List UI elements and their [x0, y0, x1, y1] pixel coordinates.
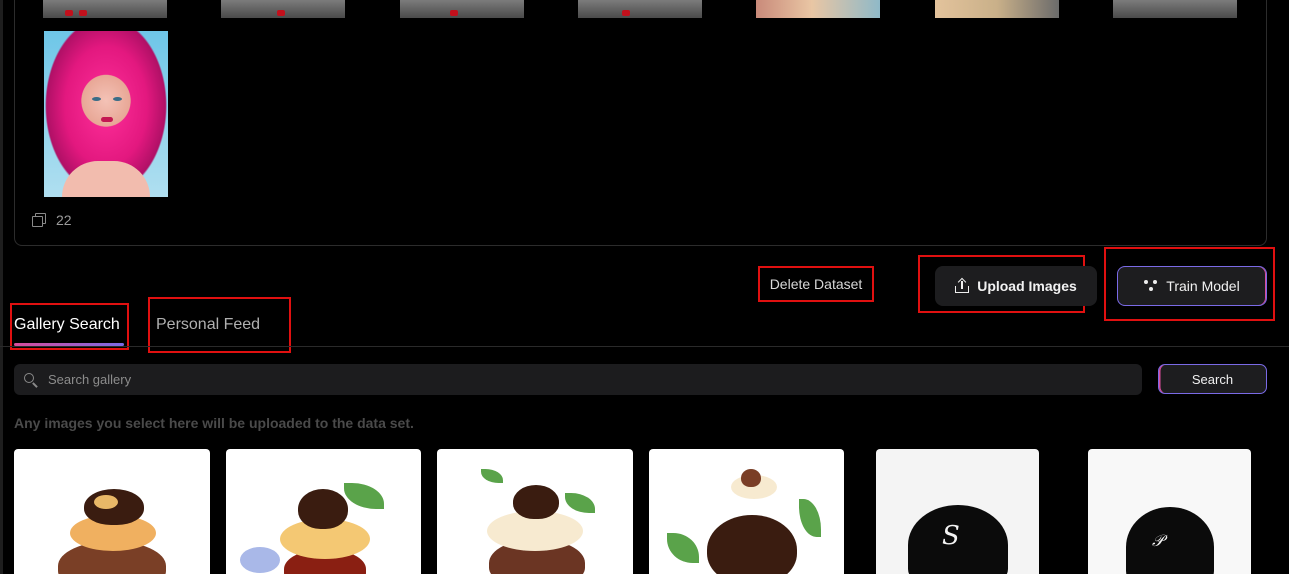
tab-gallery-search[interactable]: Gallery Search	[14, 316, 120, 334]
dataset-thumbnail[interactable]	[756, 0, 880, 18]
gallery-image[interactable]	[14, 449, 210, 574]
dataset-thumbnail[interactable]	[1113, 0, 1237, 18]
tab-personal-feed[interactable]: Personal Feed	[156, 316, 260, 334]
gallery-image[interactable]: 𝒫	[1088, 449, 1251, 574]
upload-images-label: Upload Images	[977, 278, 1077, 294]
delete-dataset-button[interactable]: Delete Dataset	[758, 266, 874, 302]
dataset-thumbnail[interactable]	[400, 0, 524, 18]
dataset-editor-page: 22 Delete Dataset Upload Images Train Mo…	[0, 0, 1289, 574]
dataset-thumbnail[interactable]	[43, 0, 167, 18]
copy-icon	[32, 213, 46, 227]
upload-icon	[955, 277, 970, 293]
model-icon	[1144, 280, 1158, 292]
image-count-value: 22	[56, 212, 72, 228]
gallery-image[interactable]	[226, 449, 421, 574]
gallery-image[interactable]	[437, 449, 633, 574]
image-count: 22	[32, 212, 72, 228]
train-model-label: Train Model	[1166, 278, 1240, 294]
tabs-divider	[0, 346, 1289, 347]
gallery-image[interactable]: S	[876, 449, 1039, 574]
dataset-thumbnail[interactable]	[935, 0, 1059, 18]
upload-images-button[interactable]: Upload Images	[935, 266, 1097, 306]
dataset-thumbnail-portrait[interactable]	[44, 31, 168, 197]
train-model-button[interactable]: Train Model	[1117, 266, 1267, 306]
dataset-thumbnail[interactable]	[578, 0, 702, 18]
search-button[interactable]: Search	[1158, 364, 1267, 394]
left-edge-border	[0, 0, 3, 574]
search-bar	[14, 364, 1142, 395]
gallery-image[interactable]	[649, 449, 844, 574]
dataset-images-panel	[14, 0, 1267, 246]
dataset-thumbnail[interactable]	[221, 0, 345, 18]
search-icon	[24, 372, 38, 388]
search-input[interactable]	[48, 372, 1108, 387]
selection-hint: Any images you select here will be uploa…	[14, 415, 414, 431]
